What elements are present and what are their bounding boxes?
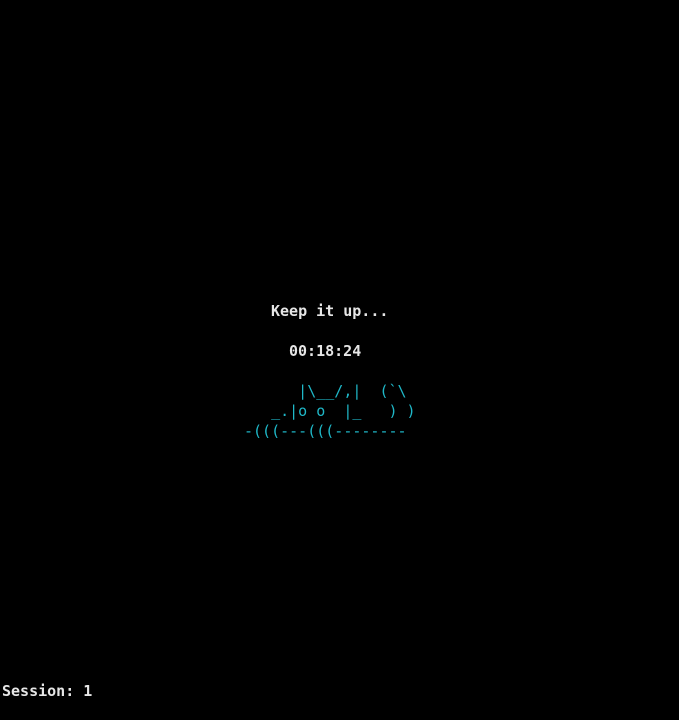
elapsed-timer: 00:18:24 (289, 342, 362, 360)
session-counter: Session: 1 (2, 682, 93, 700)
cat-ascii-art: |\__/,| (`\ _.|o o |_ ) ) -(((---(((----… (244, 382, 416, 440)
terminal-screen: Keep it up... 00:18:24 |\__/,| (`\ _.|o … (0, 0, 679, 720)
encouragement-message: Keep it up... (271, 302, 389, 320)
